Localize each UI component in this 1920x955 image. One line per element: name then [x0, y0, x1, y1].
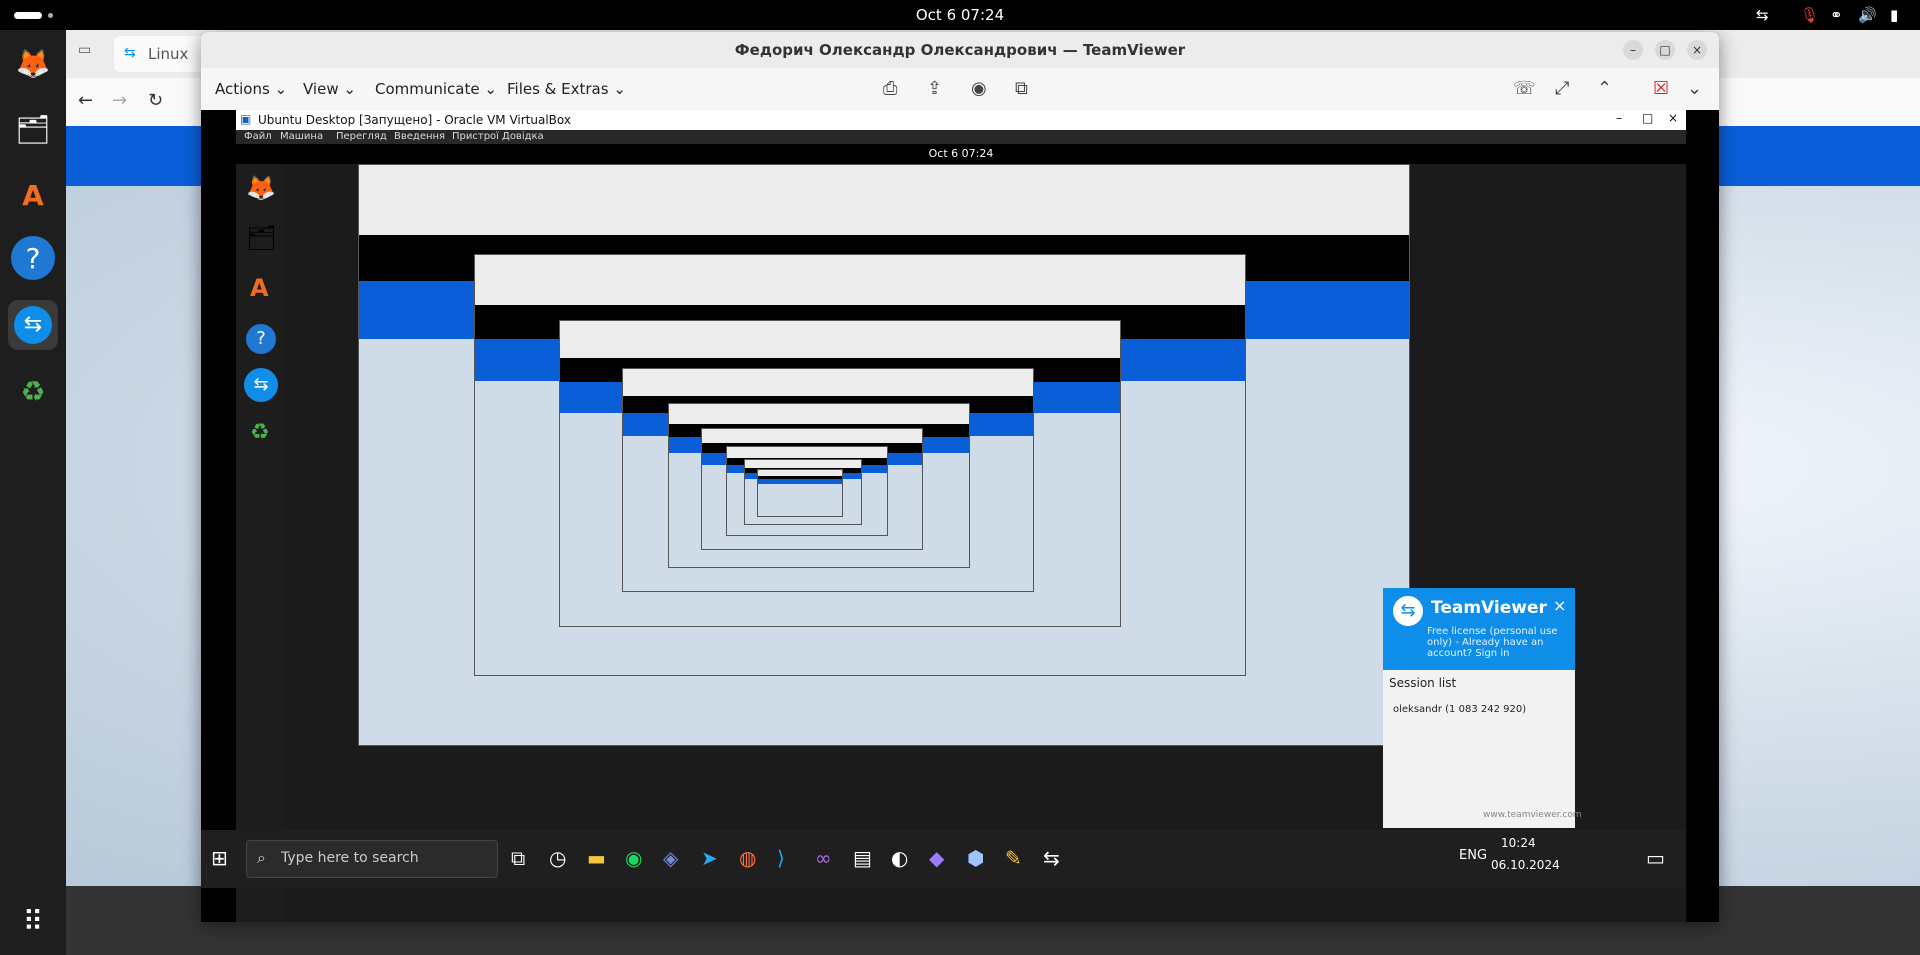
minimize-icon[interactable]: – [1623, 40, 1643, 60]
teamviewer-panel-header: ⇆ TeamViewer Free license (personal use … [1383, 588, 1575, 670]
remote-screen[interactable]: ▣ Ubuntu Desktop [Запущено] - Oracle VM … [201, 110, 1719, 922]
fullscreen-icon[interactable]: ⤢ [1555, 78, 1569, 99]
close-icon[interactable]: × [1687, 40, 1707, 60]
firefox-taskbar-icon[interactable]: ◍ [739, 846, 756, 870]
vm-trash-icon[interactable]: ♻ [250, 420, 270, 445]
vbox-close-icon[interactable]: × [1668, 111, 1678, 125]
file-explorer-icon[interactable]: ▬ [587, 846, 606, 870]
panel-subtitle[interactable]: Free license (personal use only) - Alrea… [1427, 626, 1567, 659]
windows-start-icon[interactable]: ⊞ [211, 846, 228, 870]
chevron-down-icon[interactable]: ⌄ [1687, 78, 1702, 99]
clock-app-icon[interactable]: ◷ [549, 846, 566, 870]
teamviewer-favicon-icon: ⇆ [124, 45, 136, 61]
vbox-menu-machine[interactable]: Машина [280, 131, 323, 142]
menu-view[interactable]: View ⌄ [303, 80, 356, 98]
teamviewer-icon[interactable]: ⇆ [8, 300, 58, 350]
file-transfer-icon[interactable]: ⇪ [927, 78, 942, 99]
telegram-icon[interactable]: ➤ [701, 846, 718, 870]
github-icon[interactable]: ◐ [891, 846, 908, 870]
virtualbox-title: Ubuntu Desktop [Запущено] - Oracle VM Vi… [258, 113, 571, 127]
tab-label: Linux [148, 45, 189, 63]
panel-footer[interactable]: www.teamviewer.com [1483, 810, 1582, 820]
record-icon[interactable]: ◉ [971, 78, 987, 99]
app-center-icon[interactable]: A [8, 170, 58, 220]
vm-top-bar: Oct 6 07:24 [236, 144, 1686, 164]
teamviewer-tray-icon[interactable]: ⇆ [1756, 6, 1769, 24]
end-session-icon[interactable]: ☒ [1653, 78, 1669, 99]
forward-icon[interactable]: → [112, 90, 127, 111]
reload-icon[interactable]: ↻ [148, 90, 163, 111]
language-indicator[interactable]: ENG [1459, 848, 1487, 863]
session-list-title[interactable]: Session list [1389, 676, 1456, 690]
vm-dock: 🦊 🗂 A ? ⇆ ♻ ⠿ [236, 164, 286, 922]
volume-icon[interactable]: 🔊 [1858, 6, 1877, 24]
vm-help-icon[interactable]: ? [246, 324, 276, 354]
nested-session-9 [757, 469, 843, 517]
taskbar-date[interactable]: 06.10.2024 [1491, 858, 1560, 872]
menu-files-extras[interactable]: Files & Extras ⌄ [507, 80, 626, 98]
vm-clock: Oct 6 07:24 [928, 147, 994, 160]
vm-firefox-icon[interactable]: 🦊 [246, 174, 276, 202]
virtualbox-titlebar[interactable]: ▣ Ubuntu Desktop [Запущено] - Oracle VM … [236, 110, 1686, 130]
teamviewer-logo-icon: ⇆ [1393, 596, 1423, 626]
microphone-icon[interactable]: 🎙 [1800, 6, 1819, 24]
virtualbox-taskbar-icon[interactable]: ⬢ [967, 846, 984, 870]
terminal-icon[interactable]: ▤ [853, 846, 872, 870]
vbox-menu-devices[interactable]: Пристрої [452, 131, 499, 142]
show-apps-icon[interactable]: ⠿ [8, 896, 58, 946]
vbox-minimize-icon[interactable]: – [1616, 111, 1622, 125]
help-icon[interactable]: ? [11, 236, 55, 280]
teamviewer-titlebar[interactable]: Федорич Олександр Олександрович — TeamVi… [201, 32, 1719, 68]
menu-actions[interactable]: Actions ⌄ [215, 80, 287, 98]
session-entry[interactable]: oleksandr (1 083 242 920) [1393, 704, 1526, 715]
taskbar-time[interactable]: 10:24 [1501, 836, 1536, 850]
virtualbox-menubar: Файл Машина Перегляд Введення Пристрої Д… [236, 130, 1686, 144]
session-list: Session list oleksandr (1 083 242 920) w… [1383, 670, 1582, 828]
firefox-icon[interactable]: 🦊 [8, 38, 58, 88]
spotify-icon[interactable]: ◉ [625, 846, 642, 870]
teamviewer-toolbar: Actions ⌄ View ⌄ Communicate ⌄ Files & E… [201, 68, 1719, 111]
vbox-menu-file[interactable]: Файл [244, 131, 272, 142]
teamviewer-window: Федорич Олександр Олександрович — TeamVi… [201, 32, 1719, 922]
dock: 🦊 🗂 A ? ⇆ ♻ ⠿ [0, 30, 66, 955]
maximize-icon[interactable]: □ [1655, 40, 1675, 60]
screenshot-icon[interactable]: ⎙ [883, 78, 897, 99]
menu-communicate[interactable]: Communicate ⌄ [375, 80, 497, 98]
windows-taskbar: ⊞ ⌕ Type here to search ⧉ ◷ ▬ ◉ ◈ ➤ ◍ ⟩ … [201, 830, 1686, 888]
vm-teamviewer-icon[interactable]: ⇆ [244, 368, 278, 402]
visual-studio-icon[interactable]: ∞ [815, 846, 832, 870]
vm-app-center-icon[interactable]: A [250, 274, 269, 302]
task-view-icon[interactable]: ⧉ [511, 846, 525, 870]
vscode-icon[interactable]: ⟩ [777, 846, 785, 870]
window-title: Федорич Олександр Олександрович — TeamVi… [734, 41, 1186, 59]
discord-icon[interactable]: ◈ [663, 846, 678, 870]
search-icon: ⌕ [257, 848, 266, 867]
network-icon[interactable]: ⚭ [1830, 6, 1843, 24]
teamviewer-panel: ⇆ TeamViewer Free license (personal use … [1383, 588, 1582, 828]
remote-screen-icon[interactable]: ⧉ [1015, 78, 1028, 99]
vbox-menu-input[interactable]: Введення [394, 131, 445, 142]
files-icon[interactable]: 🗂 [8, 104, 58, 154]
vbox-maximize-icon[interactable]: □ [1642, 111, 1653, 125]
panel-close-icon[interactable]: × [1553, 596, 1566, 615]
teamviewer-taskbar-icon[interactable]: ⇆ [1043, 846, 1060, 870]
vbox-menu-view[interactable]: Перегляд [336, 131, 387, 142]
tool-icon[interactable]: ✎ [1005, 846, 1022, 870]
virtualbox-icon: ▣ [240, 112, 252, 126]
panel-brand: TeamViewer [1431, 598, 1547, 618]
obsidian-icon[interactable]: ◆ [929, 846, 944, 870]
trash-icon[interactable]: ♻ [8, 366, 58, 416]
top-bar-clock[interactable]: Oct 6 07:24 [0, 6, 1920, 24]
vm-files-icon[interactable]: 🗂 [246, 224, 276, 252]
gnome-top-bar: Oct 6 07:24 ⇆ 🎙 ⚭ 🔊 ▮ [0, 0, 1920, 30]
notification-icon[interactable]: ▭ [1646, 846, 1665, 870]
vbox-menu-help[interactable]: Довідка [502, 131, 544, 142]
search-placeholder: Type here to search [281, 850, 419, 866]
battery-icon[interactable]: ▮ [1890, 6, 1898, 24]
back-icon[interactable]: ← [78, 90, 93, 111]
taskbar-search-box[interactable]: ⌕ Type here to search [246, 840, 498, 878]
collapse-icon[interactable]: ⌃ [1597, 78, 1612, 99]
tab-overview-icon[interactable]: ▭ [78, 42, 91, 58]
call-icon[interactable]: ☏ [1513, 78, 1536, 99]
